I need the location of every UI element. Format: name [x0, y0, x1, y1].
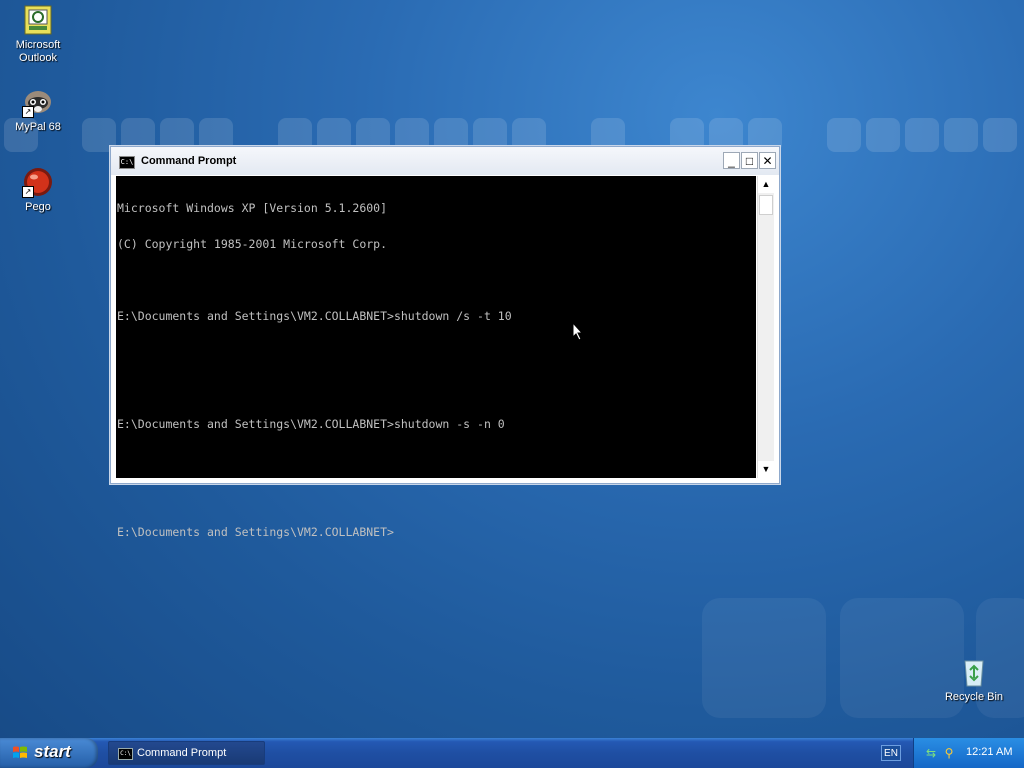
desktop-icon-recycle-bin[interactable]: Recycle Bin: [936, 656, 1012, 704]
minimize-button[interactable]: _: [723, 152, 740, 169]
console-app-icon: C:\: [119, 156, 135, 169]
scroll-up-button[interactable]: ▲: [758, 176, 774, 193]
shortcut-arrow-icon: ↗: [22, 106, 34, 118]
shortcut-arrow-icon: ↗: [22, 186, 34, 198]
window-titlebar[interactable]: C:\ Command Prompt _ □ ✕: [111, 147, 779, 175]
taskbar-button-label: Command Prompt: [137, 747, 227, 759]
console-prompt: E:\Documents and Settings\VM2.COLLABNET>: [117, 525, 394, 539]
mouse-cursor-icon: [572, 321, 584, 346]
desktop-icon-outlook[interactable]: Microsoft Outlook: [0, 4, 76, 65]
windows-flag-icon: [12, 745, 28, 761]
desktop-icon-mypal[interactable]: ↗ MyPal 68: [0, 86, 76, 134]
console-line: (C) Copyright 1985-2001 Microsoft Corp.: [117, 237, 388, 251]
start-button[interactable]: start: [0, 738, 98, 768]
scrollbar-thumb[interactable]: [759, 195, 773, 215]
maximize-button[interactable]: □: [741, 152, 758, 169]
background-decoration: [905, 118, 939, 152]
scroll-down-button[interactable]: ▼: [758, 461, 774, 478]
command-prompt-window[interactable]: C:\ Command Prompt _ □ ✕ Microsoft Windo…: [110, 146, 780, 538]
background-decoration: [866, 118, 900, 152]
desktop-icon-label: Pego: [25, 201, 51, 213]
console-line: E:\Documents and Settings\VM2.COLLABNET>…: [117, 417, 505, 431]
taskbar: start C:\ Command Prompt EN ⇆ ⚲ 12:21 AM: [0, 738, 1024, 768]
system-tray: ⇆ ⚲ 12:21 AM: [913, 738, 1024, 768]
desktop-icon-label: Recycle Bin: [944, 691, 1004, 703]
clock[interactable]: 12:21 AM: [966, 746, 1012, 758]
console-line: Microsoft Windows XP [Version 5.1.2600]: [117, 201, 388, 215]
background-decoration: [944, 118, 978, 152]
close-button[interactable]: ✕: [759, 152, 776, 169]
network-tray-icon[interactable]: ⇆: [924, 746, 938, 760]
console-app-icon: C:\: [118, 748, 133, 760]
window-title: Command Prompt: [141, 155, 237, 167]
background-decoration: [702, 598, 826, 718]
desktop-icon-label: Microsoft Outlook: [15, 39, 61, 64]
console-output[interactable]: Microsoft Windows XP [Version 5.1.2600] …: [116, 176, 756, 538]
background-decoration: [827, 118, 861, 152]
language-indicator[interactable]: EN: [881, 745, 901, 761]
start-label: start: [34, 742, 71, 761]
pego-icon: ↗: [22, 166, 54, 198]
mypal-icon: ↗: [22, 86, 54, 118]
desktop-icon-pego[interactable]: ↗ Pego: [0, 166, 76, 214]
desktop-icon-label: MyPal 68: [15, 121, 61, 133]
vertical-scrollbar[interactable]: ▲ ▼: [757, 176, 774, 478]
recycle-bin-icon: [958, 656, 990, 688]
search-tray-icon[interactable]: ⚲: [942, 746, 956, 760]
background-decoration: [983, 118, 1017, 152]
outlook-icon: [22, 4, 54, 36]
console-line: E:\Documents and Settings\VM2.COLLABNET>…: [117, 309, 512, 323]
taskbar-button-command-prompt[interactable]: C:\ Command Prompt: [108, 741, 265, 765]
